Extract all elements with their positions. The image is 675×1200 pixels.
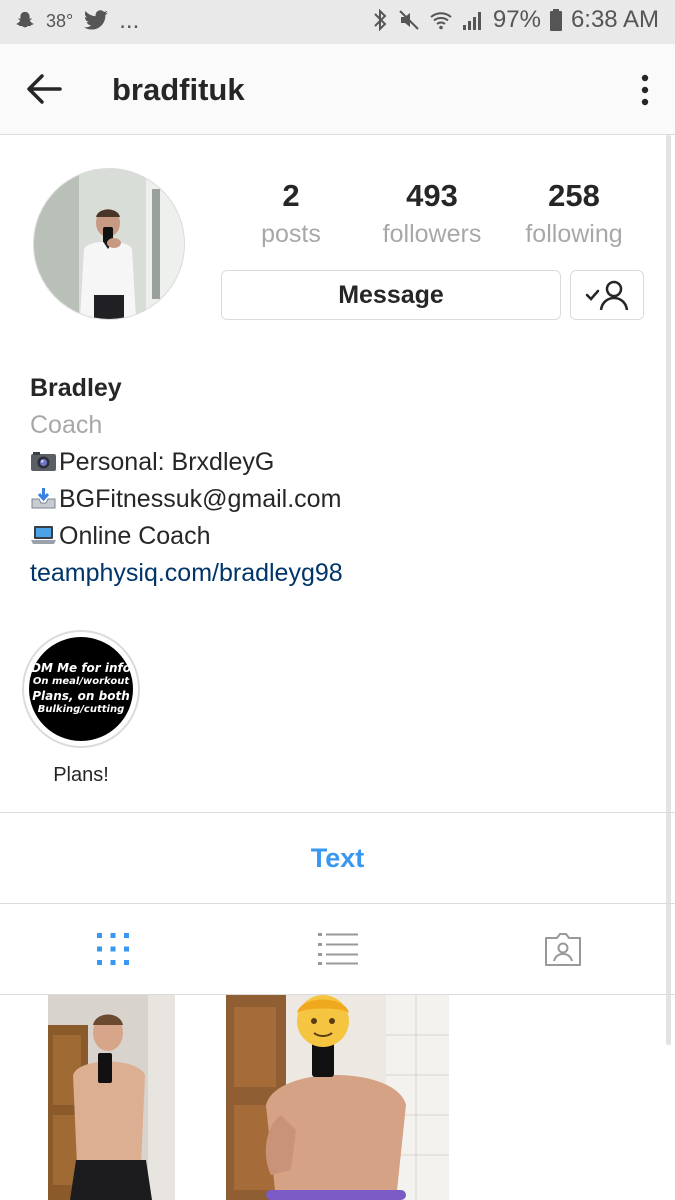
list-icon	[317, 933, 358, 965]
grid-icon	[96, 933, 129, 965]
bio-line: Online Coach	[30, 518, 343, 555]
more-notifications-text: ...	[119, 7, 140, 34]
profile-bio: Bradley Coach Personal: BrxdleyG BGFitne…	[30, 370, 343, 592]
camera-icon	[31, 452, 56, 471]
bio-line: Personal: BrxdleyG	[30, 444, 343, 481]
bio-email[interactable]: BGFitnessuk@gmail.com	[59, 485, 341, 513]
more-options-icon[interactable]	[637, 70, 653, 110]
mute-icon	[399, 10, 419, 30]
stat-value: 258	[548, 178, 600, 213]
laptop-icon	[31, 526, 56, 544]
profile-avatar[interactable]	[33, 168, 185, 320]
following-button[interactable]	[570, 270, 644, 320]
message-button[interactable]: Message	[221, 270, 561, 320]
tab-list[interactable]	[225, 904, 450, 994]
twitter-icon	[84, 10, 109, 30]
highlight-cover-text: DM Me for info	[30, 661, 132, 675]
temperature-text: 38°	[46, 10, 74, 31]
status-bar: 38° ... 97% 6:38 AM	[0, 0, 675, 44]
highlight-cover: DM Me for info On meal/workout Plans, on…	[29, 637, 133, 741]
category-label: Coach	[30, 411, 103, 439]
bluetooth-icon	[374, 8, 387, 32]
profile-username: bradfituk	[112, 72, 245, 107]
profile-tabs	[0, 904, 675, 994]
highlight-cover-text: Bulking/cutting	[37, 704, 125, 715]
stat-value: 493	[406, 178, 458, 213]
clock-text: 6:38 AM	[570, 6, 659, 33]
battery-percent: 97%	[492, 6, 541, 33]
following-count[interactable]: 258 following	[504, 178, 644, 249]
stat-label: posts	[261, 220, 321, 248]
signal-icon	[462, 12, 481, 30]
bio-website-link[interactable]: teamphysiq.com/bradleyg98	[30, 555, 343, 592]
following-check-icon	[585, 280, 629, 311]
stat-label: following	[525, 220, 623, 248]
wifi-icon	[430, 12, 452, 30]
tagged-icon	[544, 933, 581, 966]
back-arrow-icon[interactable]	[24, 71, 64, 107]
bio-line: BGFitnessuk@gmail.com	[30, 481, 343, 518]
text-button[interactable]: Text	[0, 813, 675, 903]
battery-icon	[549, 9, 562, 31]
story-highlight[interactable]: DM Me for info On meal/workout Plans, on…	[22, 630, 140, 787]
tab-grid[interactable]	[0, 904, 225, 994]
highlight-ring: DM Me for info On meal/workout Plans, on…	[22, 630, 140, 748]
stat-value: 2	[282, 178, 300, 213]
post-thumbnail[interactable]	[48, 995, 175, 1200]
bio-line-text: Online Coach	[59, 522, 211, 550]
full-name: Bradley	[30, 374, 122, 402]
inbox-tray-icon	[31, 488, 56, 509]
profile-header: bradfituk	[0, 44, 675, 135]
snapchat-icon	[16, 11, 34, 28]
post-thumbnail[interactable]	[226, 995, 449, 1200]
highlight-cover-text: On meal/workout	[32, 676, 130, 687]
highlight-cover-text: Plans, on both	[32, 689, 130, 703]
posts-count: 2 posts	[221, 178, 361, 249]
tab-tagged[interactable]	[450, 904, 675, 994]
bio-line-text: Personal: BrxdleyG	[59, 448, 275, 476]
highlight-label: Plans!	[53, 764, 109, 786]
followers-count[interactable]: 493 followers	[362, 178, 502, 249]
stat-label: followers	[382, 220, 482, 248]
